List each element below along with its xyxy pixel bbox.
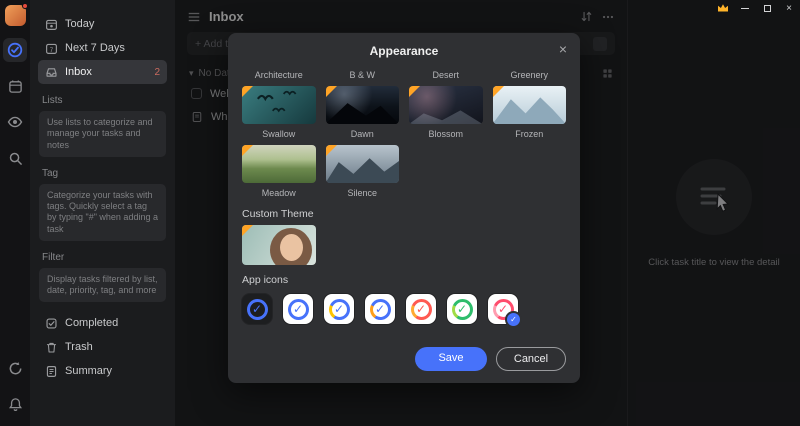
tag-hint: Categorize your tasks with tags. Quickly… — [39, 184, 166, 241]
theme-label: Architecture — [242, 68, 316, 81]
sidebar-item-today[interactable]: Today — [38, 12, 167, 36]
check-glyph: ✓ — [493, 299, 514, 320]
premium-corner-icon — [493, 86, 504, 97]
sidebar-item-label: Summary — [65, 365, 112, 377]
theme-thumb-frozen[interactable] — [493, 86, 567, 124]
avatar[interactable] — [5, 5, 26, 26]
dialog-title: Appearance — [228, 44, 580, 58]
custom-theme-thumb[interactable] — [242, 225, 316, 265]
window-titlebar: × — [712, 0, 800, 16]
premium-corner-icon — [409, 86, 420, 97]
app-icon-option-3[interactable]: ✓ — [324, 294, 354, 324]
check-glyph: ✓ — [452, 299, 473, 320]
save-button[interactable]: Save — [415, 347, 487, 371]
section-tag[interactable]: Tag — [42, 168, 163, 179]
theme-labels-row-2: Meadow Silence — [242, 186, 566, 199]
summary-icon — [45, 365, 58, 378]
theme-thumb-blossom[interactable] — [409, 86, 483, 124]
theme-label: Dawn — [326, 127, 400, 140]
minimize-button[interactable] — [734, 1, 756, 16]
premium-corner-icon — [242, 145, 253, 156]
eye-icon[interactable] — [3, 110, 27, 134]
premium-crown-icon[interactable] — [712, 1, 734, 16]
sidebar-item-label: Today — [65, 18, 94, 30]
theme-thumb-meadow[interactable] — [242, 145, 316, 183]
notification-dot — [22, 3, 28, 9]
sidebar-item-label: Trash — [65, 341, 93, 353]
today-icon — [45, 18, 58, 31]
sidebar-item-summary[interactable]: Summary — [38, 359, 167, 383]
sidebar-item-completed[interactable]: Completed — [38, 311, 167, 335]
sidebar: Today 7 Next 7 Days Inbox 2 Lists Use li… — [30, 0, 175, 426]
premium-corner-icon — [326, 145, 337, 156]
theme-labels-row-offscreen: Architecture B & W Desert Greenery — [242, 68, 566, 81]
inbox-count-badge: 2 — [154, 67, 160, 78]
theme-thumbs-row-1 — [242, 81, 566, 127]
bell-icon[interactable] — [3, 392, 27, 416]
inbox-icon — [45, 66, 58, 79]
cancel-button[interactable]: Cancel — [496, 347, 566, 371]
theme-label: Meadow — [242, 186, 316, 199]
filter-hint: Display tasks filtered by list, date, pr… — [39, 268, 166, 303]
check-glyph: ✓ — [288, 299, 309, 320]
app-icons-row: ✓ ✓ ✓ ✓ ✓ ✓ ✓ — [242, 294, 566, 324]
section-lists[interactable]: Lists — [42, 95, 163, 106]
app-icon-option-6[interactable]: ✓ — [447, 294, 477, 324]
premium-corner-icon — [242, 86, 253, 97]
sidebar-item-label: Inbox — [65, 66, 92, 78]
app-icon-option-7[interactable]: ✓ — [488, 294, 518, 324]
custom-theme-heading: Custom Theme — [242, 208, 566, 220]
theme-thumb-silence[interactable] — [326, 145, 400, 183]
check-glyph: ✓ — [329, 299, 350, 320]
app-rail — [0, 0, 30, 426]
premium-corner-icon — [242, 225, 253, 236]
check-glyph: ✓ — [247, 299, 268, 320]
theme-thumbs-row-2 — [242, 140, 566, 186]
close-window-button[interactable]: × — [778, 1, 800, 16]
sidebar-item-label: Completed — [65, 317, 118, 329]
theme-labels-row-1: Swallow Dawn Blossom Frozen — [242, 127, 566, 140]
dialog-body: Architecture B & W Desert Greenery — [228, 66, 580, 337]
trash-icon — [45, 341, 58, 354]
check-glyph: ✓ — [411, 299, 432, 320]
theme-label: Desert — [409, 68, 483, 81]
sidebar-item-label: Next 7 Days — [65, 42, 125, 54]
sidebar-item-inbox[interactable]: Inbox 2 — [38, 60, 167, 84]
next7days-icon: 7 — [45, 42, 58, 55]
check-glyph: ✓ — [370, 299, 391, 320]
section-filter[interactable]: Filter — [42, 252, 163, 263]
sync-icon[interactable] — [3, 356, 27, 380]
premium-corner-icon — [326, 86, 337, 97]
completed-icon — [45, 317, 58, 330]
app-icons-heading: App icons — [242, 274, 566, 286]
theme-label: B & W — [326, 68, 400, 81]
dialog-footer: Save Cancel — [228, 337, 580, 383]
theme-label: Blossom — [409, 127, 483, 140]
theme-label: Frozen — [493, 127, 567, 140]
close-dialog-icon[interactable]: × — [559, 42, 567, 56]
appearance-dialog: Appearance × Architecture B & W Desert G… — [228, 33, 580, 383]
app-icon-option-4[interactable]: ✓ — [365, 294, 395, 324]
tasks-check-icon[interactable] — [3, 38, 27, 62]
theme-label: Greenery — [493, 68, 567, 81]
app-icon-option-5[interactable]: ✓ — [406, 294, 436, 324]
theme-label: Silence — [326, 186, 400, 199]
sidebar-item-next7days[interactable]: 7 Next 7 Days — [38, 36, 167, 60]
theme-label: Swallow — [242, 127, 316, 140]
app-icon-option-2[interactable]: ✓ — [283, 294, 313, 324]
app-icon-option-1[interactable]: ✓ — [242, 294, 272, 324]
theme-thumb-dawn[interactable] — [326, 86, 400, 124]
lists-hint: Use lists to categorize and manage your … — [39, 111, 166, 157]
calendar-icon[interactable] — [3, 74, 27, 98]
maximize-button[interactable] — [756, 1, 778, 16]
theme-thumb-swallow[interactable] — [242, 86, 316, 124]
sidebar-item-trash[interactable]: Trash — [38, 335, 167, 359]
dialog-header: Appearance × — [228, 33, 580, 66]
search-icon[interactable] — [3, 146, 27, 170]
